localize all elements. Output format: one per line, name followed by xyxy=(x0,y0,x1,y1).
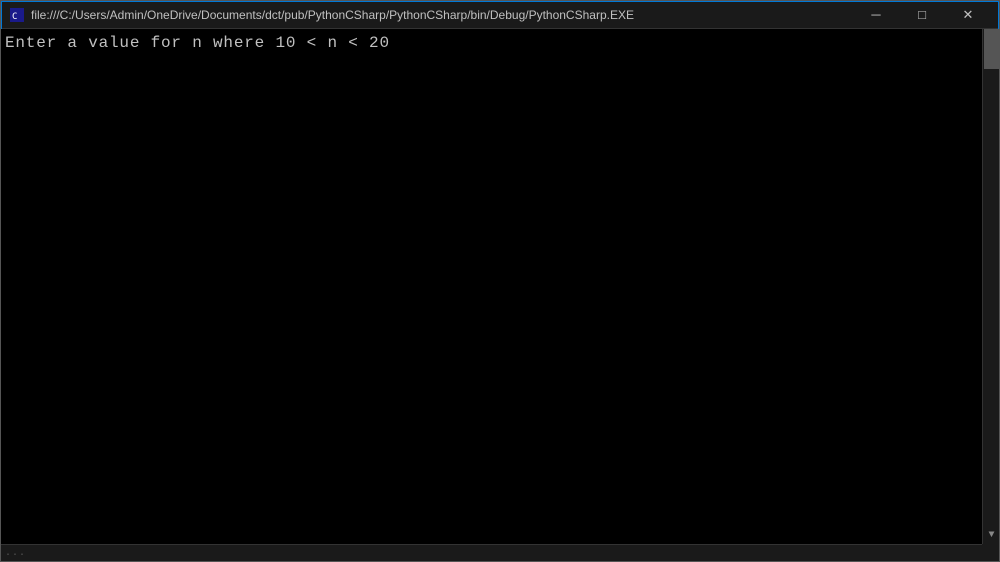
scrollbar-dots: ... xyxy=(5,548,26,559)
close-button[interactable]: ✕ xyxy=(945,1,991,29)
scrollbar-corner xyxy=(982,544,999,561)
console-output-line: Enter a value for n where 10 < n < 20 xyxy=(5,33,995,54)
minimize-button[interactable]: ─ xyxy=(853,1,899,29)
window-title: file:///C:/Users/Admin/OneDrive/Document… xyxy=(31,8,853,22)
horizontal-scrollbar[interactable]: ... xyxy=(1,544,982,561)
svg-text:C: C xyxy=(12,12,17,22)
vertical-scrollbar[interactable] xyxy=(982,29,999,561)
scrollbar-thumb[interactable] xyxy=(984,29,999,69)
console-body[interactable]: Enter a value for n where 10 < n < 20 ..… xyxy=(1,29,999,561)
scroll-down-arrow[interactable]: ▼ xyxy=(984,527,999,544)
maximize-button[interactable]: □ xyxy=(899,1,945,29)
window-controls: ─ □ ✕ xyxy=(853,1,991,29)
console-window: C file:///C:/Users/Admin/OneDrive/Docume… xyxy=(0,0,1000,562)
title-bar: C file:///C:/Users/Admin/OneDrive/Docume… xyxy=(1,1,999,29)
app-icon: C xyxy=(9,7,25,23)
